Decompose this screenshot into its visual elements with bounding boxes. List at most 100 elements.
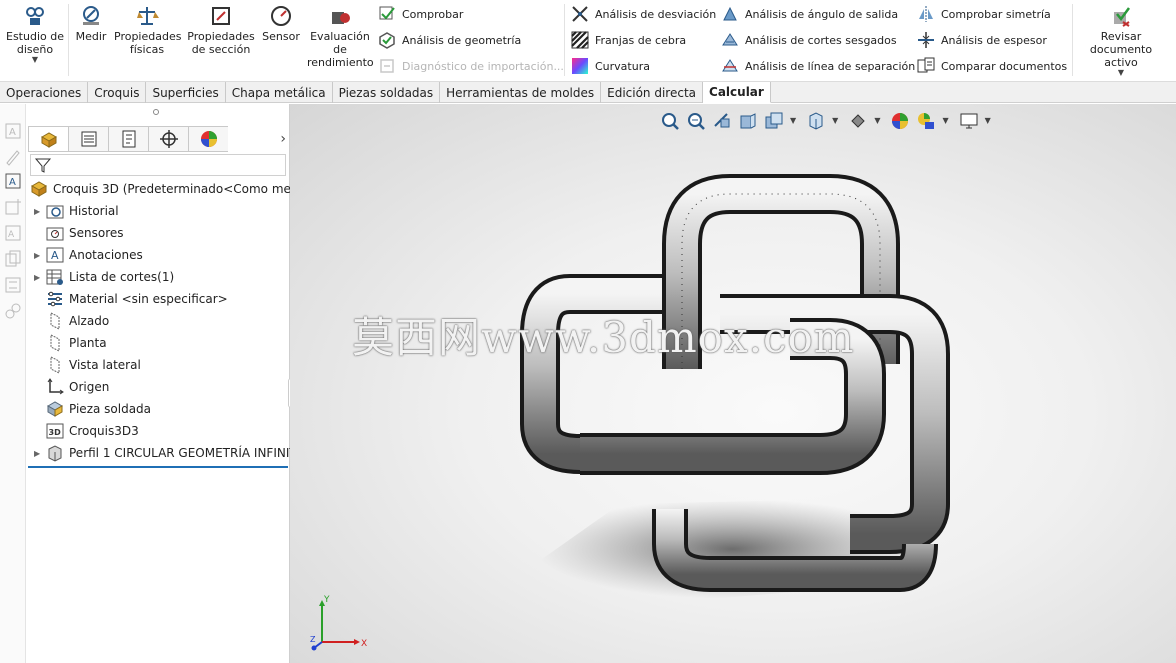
evaluacion-rendimiento-button[interactable]: Evaluación de rendimiento bbox=[306, 4, 374, 69]
design-study-icon bbox=[26, 7, 44, 25]
chevron-down-icon[interactable]: ▼ bbox=[32, 56, 38, 64]
curvatura-button[interactable]: Curvatura bbox=[571, 55, 650, 77]
tree-filter-input[interactable] bbox=[30, 154, 286, 176]
tab-operaciones[interactable]: Operaciones bbox=[0, 82, 89, 103]
tree-item-label: Anotaciones bbox=[69, 248, 143, 262]
diagnostico-importacion-button[interactable]: Diagnóstico de importación... bbox=[378, 55, 564, 77]
command-manager-tabs: Operaciones Croquis Superficies Chapa me… bbox=[0, 82, 1176, 103]
edit-note-icon[interactable] bbox=[4, 148, 22, 166]
triad-x-label: X bbox=[361, 639, 367, 649]
weldment-icon bbox=[46, 401, 64, 417]
expand-arrow-icon[interactable]: ▶ bbox=[34, 251, 44, 260]
parting-line-icon bbox=[722, 59, 738, 72]
expand-arrow-icon[interactable]: ▶ bbox=[34, 273, 44, 282]
tab-dimxpert[interactable] bbox=[148, 126, 188, 152]
analisis-espesor-label: Análisis de espesor bbox=[941, 33, 1047, 47]
tab-edicion-directa[interactable]: Edición directa bbox=[601, 82, 704, 103]
chevron-down-icon[interactable]: ▼ bbox=[1118, 69, 1124, 77]
analisis-angulo-salida-button[interactable]: Análisis de ángulo de salida bbox=[721, 3, 898, 25]
tab-property-manager[interactable] bbox=[68, 126, 108, 152]
tree-root-node[interactable]: Croquis 3D (Predeterminado<Como mecan bbox=[30, 178, 312, 200]
analisis-espesor-button[interactable]: Análisis de espesor bbox=[917, 29, 1047, 51]
tree-item-historial[interactable]: ▶ Historial bbox=[34, 200, 119, 222]
expand-arrow-icon[interactable]: ▶ bbox=[34, 449, 44, 458]
tree-item-label: Perfil 1 CIRCULAR GEOMETRÍA INFINITA bbox=[69, 446, 304, 460]
comprobar-simetria-button[interactable]: Comprobar simetría bbox=[917, 3, 1051, 25]
tree-item-alzado[interactable]: Alzado bbox=[46, 310, 109, 332]
franjas-cebra-button[interactable]: Franjas de cebra bbox=[571, 29, 686, 51]
chevron-right-icon[interactable]: › bbox=[228, 126, 286, 152]
draft-analysis-icon bbox=[723, 6, 737, 21]
expand-arrow-icon[interactable]: ▶ bbox=[34, 207, 44, 216]
estudio-label: Estudio de diseño bbox=[6, 30, 64, 56]
sensor-gauge-icon bbox=[271, 6, 291, 26]
tree-item-croquis3d3[interactable]: 3D Croquis3D3 bbox=[46, 420, 139, 442]
svg-text:A: A bbox=[51, 249, 59, 262]
estudio-diseno-button[interactable]: Estudio de diseño ▼ bbox=[4, 4, 66, 64]
tree-item-label: Origen bbox=[69, 380, 110, 394]
annotation-icon[interactable]: A bbox=[4, 172, 22, 190]
svg-text:A: A bbox=[9, 127, 16, 138]
analisis-linea-separacion-button[interactable]: Análisis de línea de separación bbox=[721, 55, 915, 77]
tab-piezas-soldadas[interactable]: Piezas soldadas bbox=[333, 82, 441, 103]
undercut-analysis-icon bbox=[722, 33, 738, 46]
left-vertical-toolbar: A A A bbox=[0, 104, 26, 663]
tree-item-label: Sensores bbox=[69, 226, 124, 240]
tab-croquis[interactable]: Croquis bbox=[88, 82, 147, 103]
tree-item-lista-cortes[interactable]: ▶ Lista de cortes(1) bbox=[34, 266, 174, 288]
copy-icon[interactable] bbox=[4, 250, 22, 268]
analisis-geometria-button[interactable]: Análisis de geometría bbox=[378, 29, 521, 51]
propiedades-fisicas-button[interactable]: Propiedades físicas bbox=[114, 4, 181, 56]
add-annotation-icon[interactable] bbox=[4, 198, 22, 216]
analisis-angulo-label: Análisis de ángulo de salida bbox=[745, 7, 899, 21]
panel-grip-handle[interactable] bbox=[153, 109, 159, 115]
rollback-bar[interactable] bbox=[28, 466, 288, 468]
tab-herramientas-moldes[interactable]: Herramientas de moldes bbox=[440, 82, 602, 103]
plane-icon bbox=[50, 356, 60, 374]
filter-icon bbox=[34, 158, 52, 173]
datum-icon[interactable]: A bbox=[4, 224, 22, 242]
origin-icon bbox=[47, 378, 64, 395]
medir-button[interactable]: Medir bbox=[74, 4, 108, 43]
ribbon-separator bbox=[564, 4, 565, 76]
sensor-folder-icon bbox=[46, 227, 64, 241]
graphics-viewport[interactable]: ▼ ▼ ▼ ▼ ▼ 莫西网www.3dmox.com Y X Z bbox=[290, 104, 1176, 663]
note-icon[interactable]: A bbox=[4, 122, 22, 140]
3d-model-render[interactable] bbox=[290, 104, 1176, 663]
analisis-geometria-label: Análisis de geometría bbox=[402, 33, 522, 47]
plane-icon bbox=[50, 334, 60, 352]
tree-item-vista-lateral[interactable]: Vista lateral bbox=[46, 354, 141, 376]
diagnostico-label: Diagnóstico de importación... bbox=[402, 59, 564, 73]
comprobar-label: Comprobar bbox=[402, 7, 464, 21]
section-properties-icon bbox=[212, 7, 230, 25]
svg-text:3D: 3D bbox=[49, 428, 62, 437]
tab-display-manager[interactable] bbox=[188, 126, 228, 152]
comprobar-button[interactable]: Comprobar bbox=[378, 3, 463, 25]
comparar-documentos-button[interactable]: Comparar documentos bbox=[917, 55, 1067, 77]
feature-manager-icon bbox=[40, 132, 57, 148]
tree-item-anotaciones[interactable]: ▶ A Anotaciones bbox=[34, 244, 143, 266]
tree-item-planta[interactable]: Planta bbox=[46, 332, 107, 354]
tree-item-sensores[interactable]: Sensores bbox=[46, 222, 124, 244]
performance-icon bbox=[332, 12, 350, 24]
sensor-button[interactable]: Sensor bbox=[262, 4, 300, 43]
propiedades-seccion-button[interactable]: Propiedades de sección bbox=[186, 4, 256, 56]
tab-feature-manager[interactable] bbox=[28, 126, 68, 152]
tree-item-pieza-soldada[interactable]: Pieza soldada bbox=[46, 398, 151, 420]
check-document-icon bbox=[1114, 7, 1131, 27]
revisar-documento-button[interactable]: Revisar documento activo ▼ bbox=[1072, 4, 1170, 77]
tab-chapa-metalica[interactable]: Chapa metálica bbox=[226, 82, 333, 103]
svg-text:A: A bbox=[8, 230, 15, 240]
tree-item-origen[interactable]: Origen bbox=[46, 376, 109, 398]
curvatura-label: Curvatura bbox=[595, 59, 650, 73]
comprobar-simetria-label: Comprobar simetría bbox=[941, 7, 1051, 21]
link-icon[interactable] bbox=[4, 302, 22, 320]
tab-superficies[interactable]: Superficies bbox=[146, 82, 226, 103]
tree-item-material[interactable]: Material <sin especificar> bbox=[46, 288, 228, 310]
tolerance-icon[interactable] bbox=[4, 276, 22, 294]
tab-configuration-manager[interactable] bbox=[108, 126, 148, 152]
analisis-cortes-sesgados-button[interactable]: Análisis de cortes sesgados bbox=[721, 29, 897, 51]
tree-item-perfil-circular[interactable]: ▶ Perfil 1 CIRCULAR GEOMETRÍA INFINITA bbox=[34, 442, 304, 464]
analisis-desviacion-button[interactable]: Análisis de desviación bbox=[571, 3, 716, 25]
tab-calcular[interactable]: Calcular bbox=[703, 82, 771, 103]
